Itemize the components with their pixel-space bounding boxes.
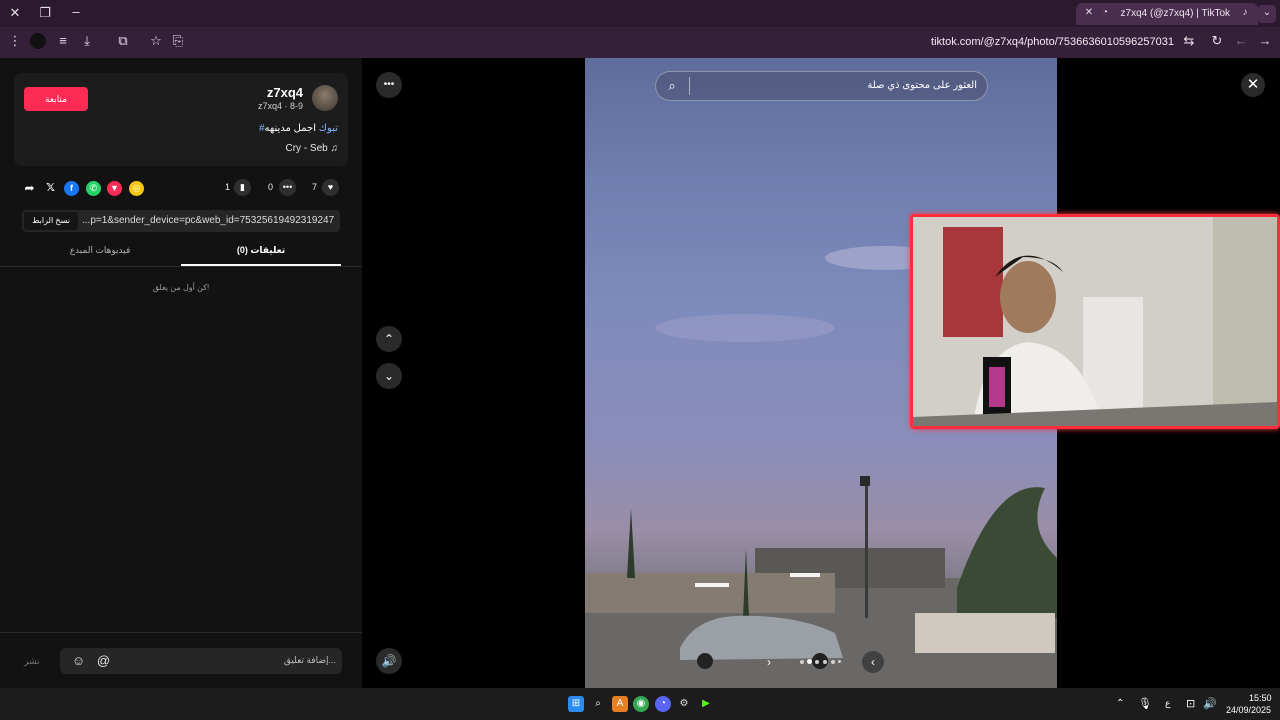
photo-pagination <box>798 658 844 666</box>
heart-icon[interactable]: ♥ <box>322 179 339 196</box>
caption-text: اجمل مدينهه <box>264 123 319 134</box>
kick-icon[interactable]: ▶ <box>698 696 714 712</box>
extensions-icon[interactable]: ⧉ <box>114 33 132 51</box>
browser-titlebar: ✕ ❐ – + ✕ ◔ z7xq4 (@z7xq4) | TikTok ♪ ⌄ <box>0 0 1280 27</box>
reload-icon[interactable]: ↻ <box>1208 33 1226 51</box>
reading-list-icon[interactable]: ≡ <box>54 33 72 51</box>
avatar[interactable] <box>312 85 338 111</box>
link-box: نسخ الرابط ...p=1&sender_device=pc&web_i… <box>22 210 340 232</box>
emoji-icon[interactable]: ☺ <box>70 652 87 669</box>
tab-underline <box>181 264 341 266</box>
post-comment-button[interactable]: نشر <box>24 656 40 667</box>
window-minimize-icon[interactable]: – <box>67 4 85 22</box>
post-caption: #تبوك اجمل مدينهه <box>259 123 338 134</box>
x-share-icon[interactable]: 𝕏 <box>43 181 58 196</box>
author-subline: z7xq4 · 8-9 <box>257 101 303 111</box>
comment-input[interactable]: ☺ @ إضافة تعليق... <box>60 648 342 674</box>
browser-toolbar: ⋮ ≡ ⤓ ⧉ ☆ ⎘ tiktok.com/@z7xq4/photo/7536… <box>0 27 1280 58</box>
bookmark-icon[interactable]: ▮ <box>234 179 251 196</box>
tab-title: z7xq4 (@z7xq4) | TikTok <box>1120 8 1230 19</box>
clock-time[interactable]: 15:50 <box>1249 693 1272 703</box>
photo-prev-arrow-icon[interactable]: ‹ <box>862 651 884 673</box>
comment-count: 0 <box>268 182 274 192</box>
next-post-chevron-down-icon[interactable]: ⌄ <box>376 363 402 389</box>
windows-start-icon[interactable]: ⊞ <box>568 696 584 712</box>
taskbar: ⊞ ⌕ A ◉ ◔ ⚙ ▶ ⌃ 🎙 ع ⊡ 🔊 15:50 24/09/2025 <box>0 688 1280 720</box>
profile-icon[interactable] <box>30 33 46 49</box>
tiktok-send-icon[interactable]: ▼ <box>107 181 122 196</box>
address-bar[interactable]: tiktok.com/@z7xq4/photo/7536636010596257… <box>931 36 1174 48</box>
details-panel: متابعة z7xq4 z7xq4 · 8-9 #تبوك اجمل مدين… <box>0 58 362 688</box>
divider <box>0 632 362 633</box>
author-card: متابعة z7xq4 z7xq4 · 8-9 #تبوك اجمل مدين… <box>14 73 348 166</box>
tiktok-favicon-icon: ♪ <box>1242 7 1248 18</box>
music-title: Cry - Seb <box>285 143 328 154</box>
tray-chevron-icon[interactable]: ⌃ <box>1116 698 1124 709</box>
webcam-scene <box>913 217 1277 426</box>
speaker-icon[interactable]: 🔊 <box>1203 697 1217 710</box>
taskbar-search-icon[interactable]: ⌕ <box>590 696 606 712</box>
install-app-icon[interactable]: ⎘ <box>169 33 187 51</box>
clock-date[interactable]: 24/09/2025 <box>1226 705 1271 715</box>
tab-audio-icon[interactable]: ◔ <box>1096 5 1114 23</box>
search-text: العثور على محتوى ذي صلة <box>867 80 977 91</box>
link-url[interactable]: ...p=1&sender_device=pc&web_id=753256194… <box>82 215 334 226</box>
volume-icon[interactable]: 🔊 <box>376 648 402 674</box>
network-icon[interactable]: ⊡ <box>1186 697 1195 710</box>
whatsapp-share-icon[interactable]: ✆ <box>86 181 101 196</box>
music-label[interactable]: Cry - Seb ♫ <box>285 143 338 154</box>
tab-comments[interactable]: تعليقات (0) <box>181 245 341 256</box>
search-icon[interactable]: ⌕ <box>664 78 680 94</box>
webcam-overlay <box>910 214 1280 429</box>
window-close-icon[interactable]: ✕ <box>6 5 24 23</box>
like-count: 7 <box>312 182 318 192</box>
page-dot[interactable] <box>815 660 819 664</box>
page-dot-active[interactable] <box>807 659 812 664</box>
browser-tab[interactable]: ✕ ◔ z7xq4 (@z7xq4) | TikTok ♪ <box>1076 3 1258 25</box>
download-icon[interactable]: ⤓ <box>78 33 96 51</box>
page-dot[interactable] <box>823 660 827 664</box>
related-content-search[interactable]: ⌕ العثور على محتوى ذي صلة <box>655 71 988 101</box>
forward-icon[interactable]: → <box>1256 33 1274 51</box>
search-divider <box>689 77 690 95</box>
window-restore-icon[interactable]: ❐ <box>36 5 54 23</box>
comment-icon[interactable]: ••• <box>279 179 296 196</box>
app-icon[interactable]: A <box>612 696 628 712</box>
empty-comments-message: كن أول من يعلق! <box>152 283 210 292</box>
bookmark-star-icon[interactable]: ☆ <box>147 33 165 51</box>
previous-post-chevron-up-icon[interactable]: ⌃ <box>376 326 402 352</box>
comment-placeholder: إضافة تعليق... <box>283 655 336 665</box>
share-arrow-icon[interactable]: ➦ <box>22 181 37 196</box>
tab-search-icon[interactable]: ⌄ <box>1258 5 1276 23</box>
photo-next-arrow-icon[interactable]: › <box>758 651 780 673</box>
bookmark-count: 1 <box>225 182 231 192</box>
back-icon[interactable]: ← <box>1232 33 1250 51</box>
tab-creator-videos[interactable]: فيديوهات المبدع <box>20 245 180 256</box>
site-settings-icon[interactable]: ⇆ <box>1180 33 1198 51</box>
close-icon[interactable]: ✕ <box>1241 73 1265 97</box>
mention-icon[interactable]: @ <box>95 652 112 669</box>
page-dot[interactable] <box>831 660 835 664</box>
copy-link-button[interactable]: نسخ الرابط <box>24 212 78 230</box>
more-icon[interactable]: ••• <box>376 72 402 98</box>
menu-icon[interactable]: ⋮ <box>6 33 24 51</box>
settings-icon[interactable]: ⚙ <box>676 696 692 712</box>
photo-viewer: ••• ⌕ العثور على محتوى ذي صلة ✕ ⌃ ⌄ 🔊 › … <box>362 58 1280 688</box>
share-row: ➦ 𝕏 f ✆ ▼ ◎ 1 ▮ 0 ••• 7 ♥ <box>0 178 362 198</box>
facebook-share-icon[interactable]: f <box>64 181 79 196</box>
panel-tabs: فيديوهات المبدع تعليقات (0) <box>0 243 362 267</box>
chrome-icon[interactable]: ◉ <box>633 696 649 712</box>
page-dot[interactable] <box>838 660 841 663</box>
input-language[interactable]: ع <box>1165 698 1170 709</box>
follow-button[interactable]: متابعة <box>24 87 88 111</box>
author-username[interactable]: z7xq4 <box>267 85 303 100</box>
page-dot[interactable] <box>800 660 804 664</box>
embed-share-icon[interactable]: ◎ <box>129 181 144 196</box>
microphone-icon[interactable]: 🎙 <box>1138 697 1152 710</box>
discord-icon[interactable]: ◔ <box>655 696 671 712</box>
music-note-icon: ♫ <box>330 143 339 154</box>
